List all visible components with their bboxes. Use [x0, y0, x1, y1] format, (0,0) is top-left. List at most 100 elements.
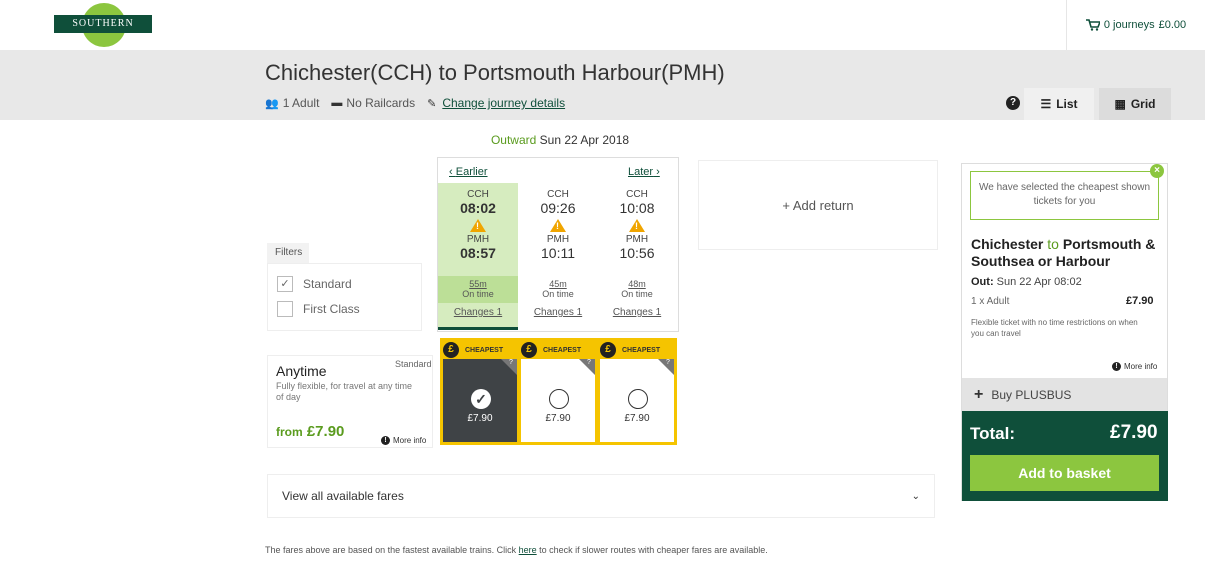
arrival-time: 10:11 — [541, 245, 575, 261]
summary-route: Chichester to Portsmouth & Southsea or H… — [971, 236, 1156, 269]
fare-option[interactable]: £ CHEAPEST ? £7.90 — [518, 338, 598, 445]
duration: 48m On time — [597, 276, 677, 303]
ticket-more-info[interactable]: ! More info — [381, 436, 426, 445]
fare-info-icon[interactable]: ? — [658, 359, 674, 375]
from-station: CCH — [467, 189, 489, 200]
fare-price: £7.90 — [467, 413, 493, 424]
help-icon[interactable]: ? — [1006, 96, 1020, 110]
cart-journeys: 0 journeys — [1103, 19, 1155, 31]
more-info-label: More info — [393, 436, 427, 445]
fare-radio[interactable] — [549, 389, 569, 409]
first-class-label: First Class — [303, 302, 360, 316]
standard-checkbox[interactable]: ✓ — [277, 276, 293, 292]
warning-icon: ! — [470, 219, 486, 232]
view-all-label: View all available fares — [282, 489, 404, 503]
selected-indicator — [438, 327, 518, 330]
list-view-button[interactable]: ☰ List — [1024, 88, 1094, 120]
from-station: CCH — [547, 189, 569, 200]
from-station: CCH — [626, 189, 648, 200]
ticket-description: Fully flexible, for travel at any time o… — [276, 381, 413, 402]
outward-label: Outward — [490, 133, 537, 147]
slower-routes-link[interactable]: here — [519, 545, 537, 555]
standard-label: Standard — [303, 277, 352, 291]
grid-label: Grid — [1130, 97, 1156, 111]
later-link[interactable]: Later › — [628, 166, 660, 178]
fare-radio[interactable] — [628, 389, 648, 409]
filters-panel: ✓ Standard First Class — [267, 263, 422, 331]
fare-option[interactable]: £ CHEAPEST ? £7.90 — [597, 338, 677, 445]
change-journey-link[interactable]: Change journey details — [442, 96, 565, 110]
status: On time — [542, 289, 574, 299]
fare-option[interactable]: £ CHEAPEST ? ✓ £7.90 — [440, 338, 520, 445]
cheapest-badge: £ CHEAPEST — [443, 341, 517, 359]
train-option[interactable]: CCH 08:02 ! PMH 08:57 55m On time Change… — [438, 183, 518, 328]
changes-link[interactable]: Changes 1 — [597, 307, 677, 318]
fare-info-icon[interactable]: ? — [501, 359, 517, 375]
cart-icon — [1085, 19, 1100, 31]
list-icon: ☰ — [1040, 97, 1052, 111]
from-label: from — [276, 425, 303, 439]
duration-value[interactable]: 55m — [438, 279, 518, 289]
cheapest-badge: £ CHEAPEST — [521, 341, 595, 359]
ticket-price: from £7.90 — [276, 423, 344, 440]
arrival-time: 08:57 — [460, 245, 496, 261]
outward-heading: Outward Sun 22 Apr 2018 — [440, 133, 680, 147]
total-value: £7.90 — [1110, 422, 1158, 443]
grid-view-button[interactable]: ▦ Grid — [1099, 88, 1171, 120]
duration: 45m On time — [518, 276, 598, 303]
arrival-time: 10:56 — [619, 245, 655, 261]
departure-time: 08:02 — [460, 200, 496, 216]
grid-icon: ▦ — [1114, 97, 1126, 111]
summary-outbound: Out: Sun 22 Apr 08:02 — [971, 276, 1082, 288]
duration-value[interactable]: 48m — [597, 279, 677, 289]
ticket-class: Standard — [395, 359, 432, 369]
fare-info-icon[interactable]: ? — [579, 359, 595, 375]
pencil-icon: ✎ — [427, 97, 437, 110]
add-to-basket-button[interactable]: Add to basket — [970, 455, 1159, 491]
summary-more-info[interactable]: ! More info — [1112, 362, 1157, 371]
departure-time: 09:26 — [540, 200, 576, 216]
outward-date: Sun 22 Apr 2018 — [539, 133, 630, 147]
view-all-fares-dropdown[interactable]: View all available fares ⌄ — [267, 474, 935, 518]
ticket-name: Anytime — [276, 363, 327, 379]
earlier-link[interactable]: ‹ Earlier — [449, 166, 488, 178]
filter-standard[interactable]: ✓ Standard — [277, 276, 352, 292]
status: On time — [462, 289, 494, 299]
train-option[interactable]: CCH 10:08 ! PMH 10:56 48m On time Change… — [597, 183, 677, 328]
changes-link[interactable]: Changes 1 — [518, 307, 598, 318]
fares-footnote: The fares above are based on the fastest… — [265, 545, 768, 555]
cheapest-notice: We have selected the cheapest shown tick… — [970, 171, 1159, 220]
passengers-text: 1 Adult — [282, 96, 320, 110]
pound-icon: £ — [521, 342, 537, 358]
departure-time: 10:08 — [619, 200, 655, 216]
later-label: Later — [628, 166, 654, 178]
train-option[interactable]: CCH 09:26 ! PMH 10:11 45m On time Change… — [518, 183, 598, 328]
railcard-icon: ▬ — [331, 97, 343, 109]
fare-radio-selected[interactable]: ✓ — [471, 389, 491, 409]
buy-plusbus-button[interactable]: + Buy PLUSBUS — [962, 378, 1167, 411]
info-icon: ! — [1112, 362, 1121, 371]
status: On time — [621, 289, 653, 299]
fare-price: £7.90 — [624, 413, 650, 424]
logo[interactable]: SOUTHERN — [54, 15, 152, 33]
summary-flex-note: Flexible ticket with no time restriction… — [971, 318, 1138, 338]
filters-title: Filters — [267, 243, 309, 263]
duration: 55m On time — [438, 276, 518, 303]
summary-price: £7.90 — [1126, 295, 1154, 307]
add-return-button[interactable]: + Add return — [698, 160, 938, 250]
changes-link[interactable]: Changes 1 — [438, 307, 518, 318]
plus-icon: + — [974, 385, 984, 403]
pound-icon: £ — [600, 342, 616, 358]
pound-icon: £ — [443, 342, 459, 358]
info-icon: ! — [381, 436, 390, 445]
warning-icon: ! — [550, 219, 566, 232]
cart-summary[interactable]: 0 journeys £0.00 — [1066, 0, 1205, 50]
first-class-checkbox[interactable] — [277, 301, 293, 317]
cheapest-badge: £ CHEAPEST — [600, 341, 674, 359]
close-icon[interactable]: × — [1150, 164, 1164, 178]
chevron-down-icon: ⌄ — [911, 490, 920, 502]
to-station: PMH — [625, 234, 649, 245]
duration-value[interactable]: 45m — [518, 279, 598, 289]
ticket-price-value: £7.90 — [306, 423, 345, 440]
filter-first-class[interactable]: First Class — [277, 301, 360, 317]
